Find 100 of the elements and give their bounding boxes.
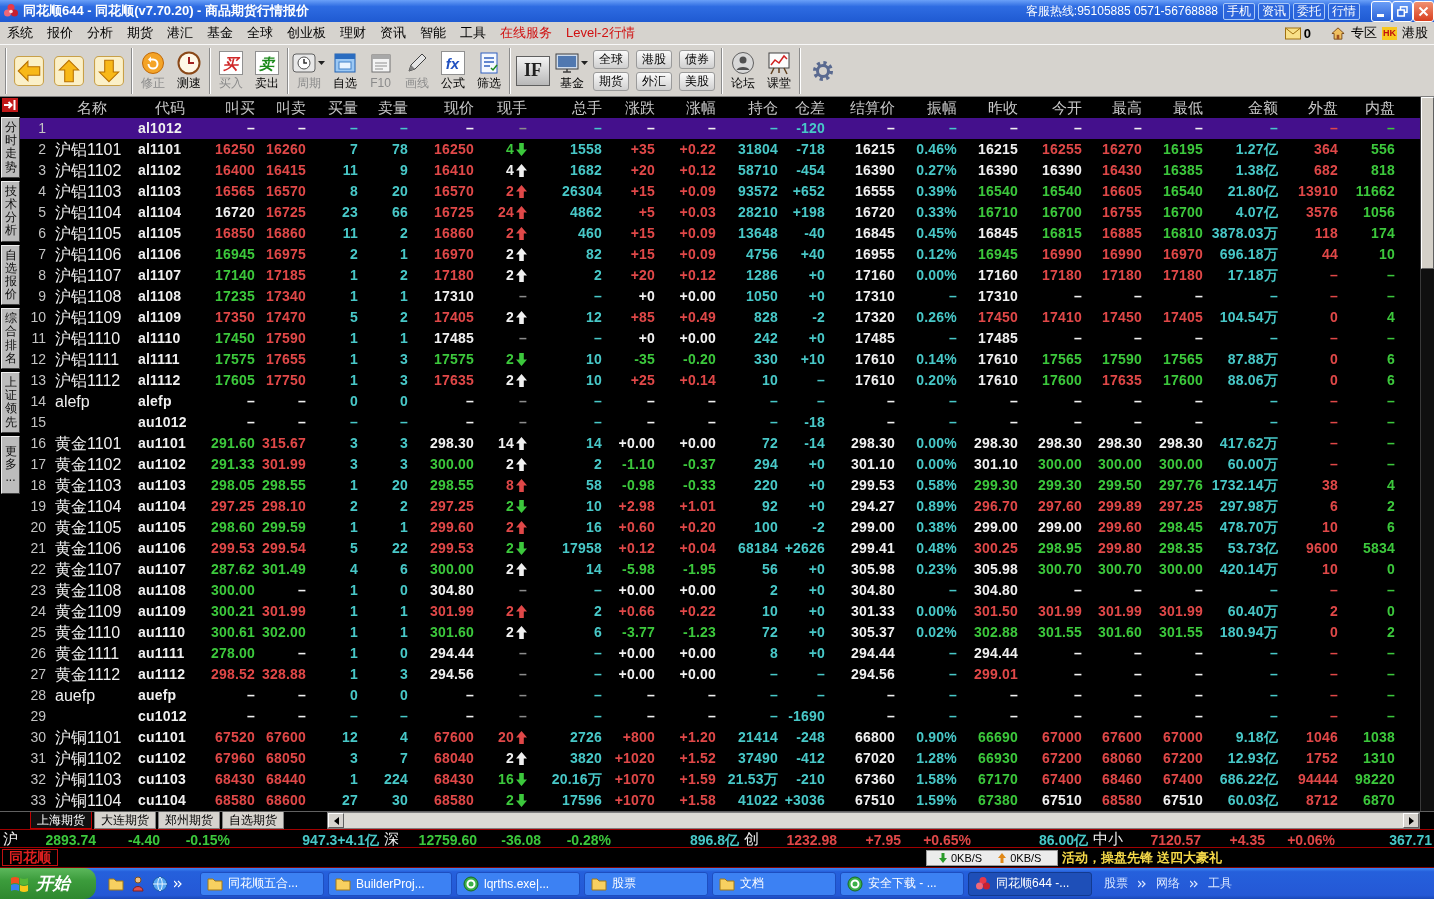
column-header[interactable]: 结算价: [850, 98, 895, 117]
table-row[interactable]: 15 au1012 – – – – – – – – – – -18 – – – – – – – – –: [20, 412, 1420, 433]
folder-icon[interactable]: [108, 875, 124, 892]
table-row[interactable]: 10 沪铝1109 al1109 17350 17470 5 2 17405 2 12 +85 +0.49 828 -2 17320 0.26% 17450 17410 17450 17405 104.54万 0 4: [20, 307, 1420, 328]
market-tab[interactable]: 自选期货: [222, 812, 284, 829]
table-row[interactable]: 20 黄金1105 au1105 298.60 299.59 1 1 299.60 2 16 +0.60 +0.20 100 -2 299.00 0.38% 299.00 299.00 299.60 298.45 478.70万 10 6: [20, 517, 1420, 538]
toolbar-button[interactable]: 外汇: [636, 72, 672, 91]
double-chevron-icon[interactable]: [1138, 879, 1146, 888]
table-row[interactable]: 22 黄金1107 au1107 287.62 301.49 4 6 300.00 2 14 -5.98 -1.95 56 +0 305.98 0.23% 305.98 300.70 300.70 300.00 420.14万 10 0: [20, 559, 1420, 580]
toolbar-button[interactable]: 自选: [327, 47, 362, 94]
table-row[interactable]: 2 沪铝1101 al1101 16250 16260 7 78 16250 4 1558 +35 +0.22 31804 -718 16215 0.46% 16215 16255 16270 16195 1.27亿 364 556: [20, 139, 1420, 160]
table-row[interactable]: 3 沪铝1102 al1102 16400 16415 11 9 16410 4 1682 +20 +0.12 58710 -454 16390 0.27% 16390 16390 16430 16385 1.38亿 682 818: [20, 160, 1420, 181]
column-header[interactable]: 今开: [1052, 98, 1082, 117]
market-tab[interactable]: 上海期货: [30, 812, 92, 829]
table-row[interactable]: 5 沪铝1104 al1104 16720 16725 23 66 16725 24 4862 +5 +0.03 28210 +198 16720 0.33% 16710 16700 16755 16700 4.07亿 3576 1056: [20, 202, 1420, 223]
column-header[interactable]: 持仓: [748, 98, 778, 117]
menu-item[interactable]: 基金: [200, 23, 240, 43]
double-chevron-icon[interactable]: [1190, 879, 1198, 888]
figure-icon[interactable]: [130, 875, 146, 892]
menu-item[interactable]: 在线服务: [493, 23, 559, 43]
column-header[interactable]: 涨跌: [625, 98, 655, 117]
column-header[interactable]: 现价: [444, 98, 474, 117]
column-header[interactable]: 昨收: [988, 98, 1018, 117]
table-row[interactable]: 6 沪铝1105 al1105 16850 16860 11 2 16860 2 460 +15 +0.09 13648 -40 16845 0.45% 16845 16815 16885 16810 3878.03万 118 174: [20, 223, 1420, 244]
close-button[interactable]: [1413, 0, 1434, 22]
column-header[interactable]: 买量: [328, 98, 358, 117]
table-row[interactable]: 28 auefp auefp – – 0 0 – – – – – – – – – – – – – – – –: [20, 685, 1420, 706]
side-tab[interactable]: 上证领先: [0, 372, 20, 433]
table-row[interactable]: 16 黄金1101 au1101 291.60 315.67 3 3 298.30 14 14 +0.00 +0.00 72 -14 298.30 0.00% 298.30 298.30 298.30 298.30 417.62万 – –: [20, 433, 1420, 454]
toolbar-button[interactable]: 期货: [593, 72, 629, 91]
column-header[interactable]: 最高: [1112, 98, 1142, 117]
title-bar-button[interactable]: 行情: [1328, 2, 1360, 20]
vertical-scrollbar[interactable]: [1420, 97, 1434, 811]
column-header[interactable]: 外盘: [1308, 98, 1338, 117]
taskbar-button[interactable]: lqrths.exe|...: [456, 871, 580, 896]
column-header[interactable]: 名称: [77, 98, 107, 117]
toolbar-button[interactable]: 美股: [679, 72, 715, 91]
column-header[interactable]: 叫卖: [276, 98, 306, 117]
news-ticker-text[interactable]: 活动，操盘先锋 送四大豪礼: [1062, 848, 1222, 867]
table-row[interactable]: 24 黄金1109 au1109 300.21 301.99 1 1 301.99 2 2 +0.66 +0.22 10 +0 301.33 0.00% 301.50 301.99 301.99 301.99 60.40万 2 0: [20, 601, 1420, 622]
menu-link[interactable]: 港股: [1400, 24, 1430, 42]
table-row[interactable]: 23 黄金1108 au1108 300.00 – 1 0 304.80 – – +0.00 +0.00 2 +0 304.80 – 304.80 – – – – – –: [20, 580, 1420, 601]
side-tab[interactable]: 综合排名: [0, 308, 20, 369]
taskbar-button[interactable]: 同花顺644 -...: [968, 871, 1092, 896]
toolbar-button[interactable]: 全球: [593, 50, 629, 69]
taskbar-toolbar-label[interactable]: 股票: [1104, 875, 1128, 892]
table-row[interactable]: 8 沪铝1107 al1107 17140 17185 1 2 17180 2 2 +20 +0.12 1286 +0 17160 0.00% 17160 17180 17180 17180 17.18万 – –: [20, 265, 1420, 286]
market-tab[interactable]: 郑州期货: [158, 812, 220, 829]
menu-item[interactable]: 资讯: [373, 23, 413, 43]
column-header[interactable]: 振幅: [927, 98, 957, 117]
table-row[interactable]: 12 沪铝1111 al1111 17575 17655 1 3 17575 2 10 -35 -0.20 330 +10 17610 0.14% 17610 17565 17590 17565 87.88万 0 6: [20, 349, 1420, 370]
menu-item[interactable]: Level-2行情: [559, 23, 642, 43]
horizontal-scrollbar[interactable]: [327, 812, 1420, 829]
toolbar-button[interactable]: 课堂: [761, 47, 796, 94]
column-header[interactable]: 最低: [1173, 98, 1203, 117]
menu-item[interactable]: 期货: [120, 23, 160, 43]
toolbar-button[interactable]: IF: [516, 55, 550, 86]
column-header[interactable]: 总手: [572, 98, 602, 117]
table-row[interactable]: 30 沪铜1101 cu1101 67520 67600 12 4 67600 20 2726 +800 +1.20 21414 -248 66800 0.90% 66690 67000 67600 67000 9.18亿 1046 1038: [20, 727, 1420, 748]
table-row[interactable]: 31 沪铜1102 cu1102 67960 68050 3 7 68040 2 3820 +1020 +1.52 37490 -412 67020 1.28% 66930 67200 68060 67200 12.93亿 1752 1310: [20, 748, 1420, 769]
market-tab[interactable]: 大连期货: [94, 812, 156, 829]
menu-item[interactable]: 创业板: [280, 23, 333, 43]
menu-item[interactable]: 分析: [80, 23, 120, 43]
table-row[interactable]: 17 黄金1102 au1102 291.33 301.99 3 3 300.00 2 2 -1.10 -0.37 294 +0 301.10 0.00% 301.10 300.00 300.00 300.00 60.00万 – –: [20, 454, 1420, 475]
taskbar-button[interactable]: 文档: [712, 871, 836, 896]
table-row[interactable]: 9 沪铝1108 al1108 17235 17340 1 1 17310 – – +0 +0.00 1050 +0 17310 – 17310 – – – – – –: [20, 286, 1420, 307]
toolbar-button[interactable]: 论坛: [725, 47, 760, 94]
toolbar-button[interactable]: 卖 卖出: [249, 47, 284, 94]
table-row[interactable]: 11 沪铝1110 al1110 17450 17590 1 1 17485 – – +0 +0.00 242 +0 17485 – 17485 – – – – – –: [20, 328, 1420, 349]
side-tab[interactable]: 自选报价: [0, 244, 20, 306]
toolbar-button[interactable]: 筛选: [471, 47, 506, 94]
menu-item[interactable]: 系统: [0, 23, 40, 43]
globe-icon[interactable]: [152, 875, 168, 892]
title-bar-button[interactable]: 委托: [1293, 2, 1325, 20]
side-tab[interactable]: 分时走势: [0, 117, 20, 178]
table-row[interactable]: 18 黄金1103 au1103 298.05 298.55 1 20 298.55 8 58 -0.98 -0.33 220 +0 299.53 0.58% 299.30 299.30 299.50 297.76 1732.14万 38 4: [20, 475, 1420, 496]
column-header[interactable]: 现手: [497, 98, 527, 117]
menu-item[interactable]: 智能: [413, 23, 453, 43]
column-header[interactable]: 叫买: [225, 98, 255, 117]
scroll-left-button[interactable]: [328, 813, 344, 828]
table-row[interactable]: 33 沪铜1104 cu1104 68580 68600 27 30 68580 2 17596 +1070 +1.58 41022 +3036 67510 1.59% 67380 67510 68580 67510 60.03亿 8712 6870: [20, 790, 1420, 811]
table-row[interactable]: 19 黄金1104 au1104 297.25 298.10 2 2 297.25 2 10 +2.98 +1.01 92 +0 294.27 0.89% 296.70 297.60 299.89 297.25 297.98万 6 2: [20, 496, 1420, 517]
table-row[interactable]: 14 alefp alefp – – 0 0 – – – – – – – – – – – – – – – –: [20, 391, 1420, 412]
table-row[interactable]: 26 黄金1111 au1111 278.00 – 1 0 294.44 – – +0.00 +0.00 8 +0 294.44 – 294.44 – – – – – –: [20, 643, 1420, 664]
start-button[interactable]: 开始: [0, 868, 96, 899]
table-row[interactable]: 21 黄金1106 au1106 299.53 299.54 5 22 299.53 2 17958 +0.12 +0.04 68184 +2626 299.41 0.48% 300.25 298.95 299.80 298.35 53.73亿 9600 5834: [20, 538, 1420, 559]
table-row[interactable]: 1 al1012 – – – – – – – – – – -120 – – – – – – – – –: [20, 118, 1420, 139]
column-header[interactable]: 卖量: [378, 98, 408, 117]
menu-item[interactable]: 港汇: [160, 23, 200, 43]
table-row[interactable]: 29 cu1012 – – – – – – – – – – -1690 – – – – – – – – –: [20, 706, 1420, 727]
taskbar-toolbar-label[interactable]: 网络: [1156, 875, 1180, 892]
table-row[interactable]: 13 沪铝1112 al1112 17605 17750 1 3 17635 2 10 +25 +0.14 10 – 17610 0.20% 17610 17600 17635 17600 88.06万 0 6: [20, 370, 1420, 391]
menu-link[interactable]: 专区: [1349, 24, 1379, 42]
toolbar-button[interactable]: 基金: [554, 47, 589, 94]
table-row[interactable]: 7 沪铝1106 al1106 16945 16975 2 1 16970 2 82 +15 +0.09 4756 +40 16955 0.12% 16945 16990 16990 16970 696.18万 44 10: [20, 244, 1420, 265]
taskbar-button[interactable]: 安全下载 - ...: [840, 871, 964, 896]
table-row[interactable]: 25 黄金1110 au1110 300.61 302.00 1 1 301.60 2 6 -3.77 -1.23 72 +0 305.37 0.02% 302.88 301.55 301.60 301.55 180.94万 0 2: [20, 622, 1420, 643]
column-header[interactable]: 涨幅: [686, 98, 716, 117]
toolbar-button[interactable]: fx 公式: [435, 47, 470, 94]
column-header[interactable]: 代码: [154, 98, 185, 117]
